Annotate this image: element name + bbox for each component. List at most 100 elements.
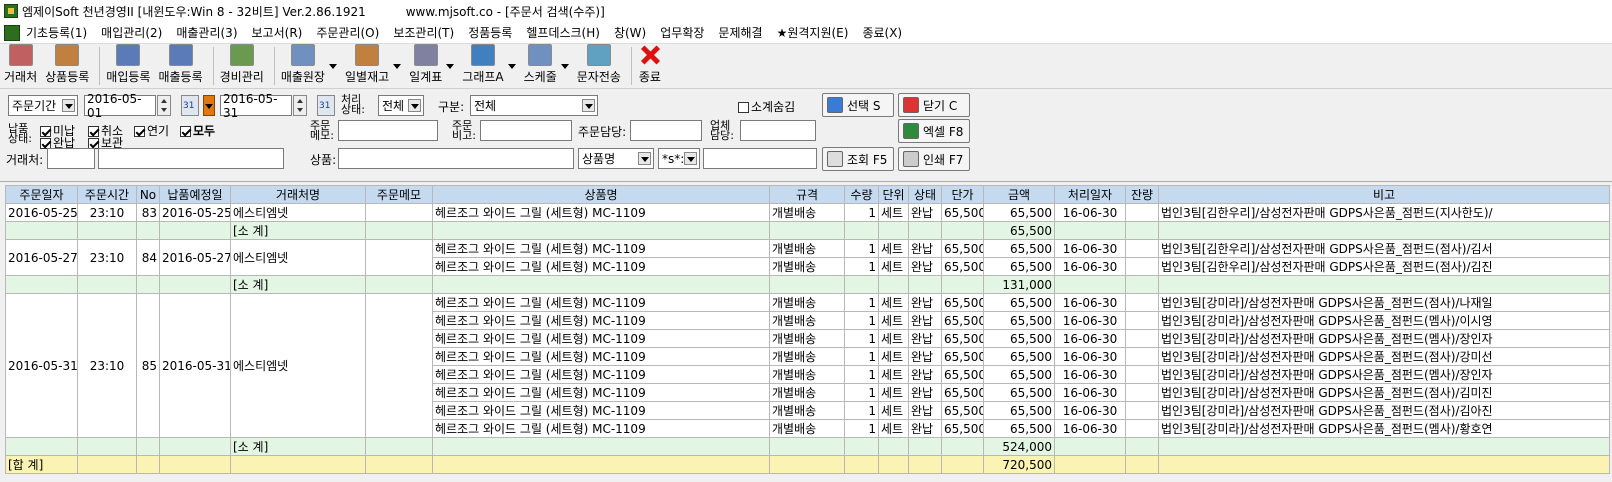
toolbar-button-schedule[interactable]: 스케줄 [524, 44, 569, 85]
column-header[interactable]: 주문일자 [5, 185, 78, 204]
column-header[interactable]: 거래처명 [230, 185, 366, 204]
order-no: 84 [136, 239, 160, 276]
biz-manager-label: 업체 담당: [710, 119, 734, 142]
column-header[interactable]: 수량 [844, 185, 879, 204]
print-button[interactable]: 인쇄 F7 [898, 147, 970, 171]
column-header[interactable]: 규격 [769, 185, 845, 204]
amount: 65,500 [983, 293, 1055, 312]
order-memo-input[interactable] [338, 120, 438, 141]
order-manager-input[interactable] [630, 120, 702, 141]
toolbar-button-sales[interactable]: 매출등록 [158, 44, 203, 85]
menu-item[interactable]: 보조관리(T) [393, 24, 454, 41]
menu-item[interactable]: 창(W) [614, 24, 646, 41]
toolbar-label: 매출등록 [158, 70, 203, 84]
menu-item[interactable]: 보고서(R) [252, 24, 303, 41]
client-code-input[interactable] [47, 148, 95, 169]
subtotal-row: [소 계] 524,000 [5, 437, 1610, 456]
date-range-toggle-button[interactable] [203, 95, 215, 116]
order-note-input[interactable] [480, 120, 572, 141]
column-header[interactable]: 납품예정일 [159, 185, 231, 204]
column-header[interactable]: 주문시간 [77, 185, 137, 204]
subtotal-cell [844, 221, 879, 240]
checkbox-box[interactable] [738, 102, 749, 113]
amount: 65,500 [983, 203, 1055, 222]
column-header[interactable]: 잔량 [1125, 185, 1159, 204]
client-name-input[interactable] [98, 148, 284, 169]
biz-manager-input[interactable] [740, 120, 816, 141]
calendar-icon[interactable] [317, 95, 335, 116]
column-header[interactable]: No [136, 185, 160, 204]
table-row[interactable]: 2016-05-31 23:10 85 2016-05-31 에스티엠넷 헤르조그 와이드… [5, 293, 1610, 438]
toolbar-label: 스케줄 [523, 70, 557, 84]
amount: 65,500 [983, 419, 1055, 438]
toolbar-button-sms[interactable]: 문자전송 [577, 44, 621, 85]
period-select[interactable]: 주문기간 [8, 95, 78, 116]
menu-item[interactable]: 문제해결 [718, 24, 762, 41]
column-header[interactable]: 상태 [908, 185, 942, 204]
toolbar-button-expense[interactable]: 경비관리 [220, 44, 264, 85]
column-header[interactable]: 단가 [941, 185, 984, 204]
total-row: [합 계] 720,500 [5, 455, 1610, 474]
toolbar-button-purchase[interactable]: 매입등록 [106, 44, 150, 85]
chk-all[interactable]: 모두 [180, 122, 215, 139]
checkbox-box[interactable] [180, 126, 191, 137]
table-row[interactable]: 2016-05-27 23:10 84 2016-05-27 에스티엠넷 헤르조그 와이드… [5, 239, 1610, 276]
match-input[interactable] [703, 148, 817, 169]
menu-item[interactable]: 정품등록 [468, 24, 512, 41]
subtotal-cell [1054, 437, 1126, 456]
date-to-spinner[interactable] [293, 95, 307, 116]
date-from-spinner[interactable] [157, 95, 171, 116]
product-field-select[interactable]: 상품명 [578, 148, 654, 169]
menu-item[interactable]: 헬프데스크(H) [526, 24, 600, 41]
menu-item[interactable]: 종료(X) [862, 24, 902, 41]
menu-app-icon[interactable] [4, 24, 20, 41]
toolbar-button-customer[interactable]: 거래처 [4, 44, 37, 85]
column-header[interactable]: 단위 [878, 185, 909, 204]
select-button[interactable]: 선택 S [822, 93, 894, 117]
excel-button[interactable]: 엑셀 F8 [898, 119, 970, 143]
menu-item[interactable]: ★원격지원(E) [777, 24, 849, 41]
menu-item[interactable]: 매출관리(3) [176, 24, 237, 41]
type-select[interactable]: 전체 [470, 95, 598, 116]
table-row[interactable]: 2016-05-25 23:10 83 2016-05-25 에스티엠넷 헤르조그 와이드… [5, 203, 1610, 222]
menu-item[interactable]: 주문관리(O) [316, 24, 379, 41]
subtotal-cell [878, 275, 909, 294]
toolbar-label: 매출원장 [280, 70, 325, 84]
toolbar-button-daily-sheet[interactable]: 일계표 [409, 44, 455, 85]
subtotal-cell [1125, 275, 1159, 294]
menu-item[interactable]: 업무확장 [660, 24, 704, 41]
unit: 세트 [878, 293, 909, 312]
order-memo [365, 203, 433, 222]
column-header[interactable]: 주문메모 [365, 185, 433, 204]
process-status-select[interactable]: 전체 [378, 95, 424, 116]
product-input[interactable] [338, 148, 574, 169]
unit-price: 65,500 [941, 293, 984, 312]
column-header[interactable]: 금액 [983, 185, 1055, 204]
grid-header: 주문일자 주문시간 No 납품예정일 거래처명 주문메모 상품명 규격 수량 단위 상태 단가 금액 처리… [5, 185, 1610, 204]
column-header[interactable]: 처리일자 [1054, 185, 1126, 204]
toolbar-button-graph[interactable]: 그래프A [462, 44, 516, 85]
subtotal-label: [소 계] [230, 275, 366, 294]
subtotal-hide-checkbox[interactable]: 소계숨김 [738, 98, 795, 115]
checkbox-box[interactable] [134, 126, 145, 137]
toolbar-button-product-box[interactable]: 상품등록 [45, 44, 89, 85]
date-from-input[interactable]: 2016-05-01 [84, 92, 156, 120]
search-button[interactable]: 조회 F5 [822, 147, 894, 171]
subtotal-amount: 65,500 [983, 221, 1055, 240]
menu-item[interactable]: 기초등록(1) [26, 24, 87, 41]
match-select[interactable]: *s*: [658, 148, 700, 169]
subtotal-cell [1158, 437, 1610, 456]
qty: 1 [844, 293, 879, 312]
toolbar-button-exit[interactable]: 종료 [638, 44, 662, 85]
column-header[interactable]: 상품명 [432, 185, 770, 204]
date-to-input[interactable]: 2016-05-31 [220, 92, 292, 120]
menu-item[interactable]: 매입관리(2) [101, 24, 162, 41]
calendar-icon[interactable] [181, 95, 199, 116]
toolbar-button-ledger[interactable]: 매출원장 [280, 44, 338, 85]
chk-delay[interactable]: 연기 [134, 122, 169, 139]
toolbar-button-daily-stock[interactable]: 일별재고 [345, 44, 402, 85]
subtotal-cell [941, 221, 984, 240]
spec: 개별배송 [769, 239, 845, 258]
column-header[interactable]: 비고 [1158, 185, 1610, 204]
close-button[interactable]: 닫기 C [898, 93, 970, 117]
